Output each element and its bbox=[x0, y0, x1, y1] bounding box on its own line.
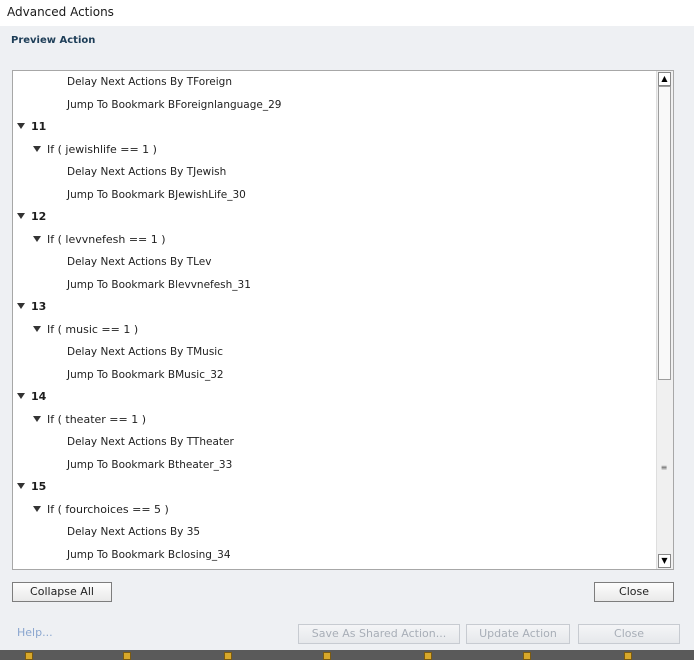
expand-triangle-icon[interactable] bbox=[17, 483, 25, 489]
tree-action: Jump To Bookmark BMusic_32 bbox=[67, 366, 224, 384]
tree-step[interactable]: 13 bbox=[17, 298, 46, 316]
scroll-up-button[interactable]: ▲ bbox=[658, 72, 671, 86]
tree-action: Jump To Bookmark BJewishLife_30 bbox=[67, 186, 246, 204]
tree-condition[interactable]: If ( levvnefesh == 1 ) bbox=[33, 231, 166, 249]
tree-row-label: If ( theater == 1 ) bbox=[47, 412, 147, 426]
preview-panel: Delay Next Actions By TForeign Jump To Bo… bbox=[12, 70, 674, 570]
expand-triangle-icon[interactable] bbox=[33, 145, 41, 152]
tree-action: Jump To Bookmark Btheater_33 bbox=[67, 456, 232, 474]
tree-action: Delay Next Actions By 35 bbox=[67, 523, 200, 541]
expand-triangle-icon[interactable] bbox=[17, 303, 25, 309]
tree-row-label: If ( jewishlife == 1 ) bbox=[47, 142, 157, 156]
expand-triangle-icon[interactable] bbox=[17, 123, 25, 129]
vertical-scrollbar[interactable]: ▲ ≡ ▼ bbox=[656, 71, 673, 569]
tree-row-label: 13 bbox=[31, 300, 47, 313]
scroll-grip-icon: ≡ bbox=[660, 463, 668, 472]
scroll-thumb[interactable] bbox=[658, 86, 671, 380]
tree-row-label: Jump To Bookmark BForeignlanguage_29 bbox=[67, 98, 282, 111]
expand-triangle-icon[interactable] bbox=[17, 213, 25, 219]
tree-row-label: Jump To Bookmark Btheater_33 bbox=[67, 458, 233, 471]
window-title: Advanced Actions bbox=[7, 5, 114, 19]
tree-action: Delay Next Actions By TMusic bbox=[67, 343, 223, 361]
tree-row-label: Delay Next Actions By TTheater bbox=[67, 436, 234, 448]
tree-step[interactable]: 14 bbox=[17, 388, 46, 406]
tree-row-label: Jump To Bookmark Bclosing_34 bbox=[67, 548, 231, 561]
tree-action: Jump To Bookmark BForeignlanguage_29 bbox=[67, 96, 281, 114]
window-titlebar: Advanced Actions bbox=[0, 0, 694, 26]
tree-row-label: Delay Next Actions By TForeign bbox=[67, 76, 232, 88]
timeline-marker bbox=[123, 652, 131, 660]
tree-row-label: Delay Next Actions By 35 bbox=[67, 526, 201, 538]
tree-action: Delay Next Actions By TLev bbox=[67, 253, 211, 271]
tree-condition[interactable]: If ( fourchoices == 5 ) bbox=[33, 501, 169, 519]
expand-triangle-icon[interactable] bbox=[33, 235, 41, 242]
tree-step[interactable]: 11 bbox=[17, 118, 46, 136]
action-tree: Delay Next Actions By TForeign Jump To Bo… bbox=[13, 71, 658, 569]
preview-section-label: Preview Action bbox=[11, 35, 96, 46]
collapse-all-button[interactable]: Collapse All bbox=[12, 582, 112, 602]
tree-step[interactable]: 15 bbox=[17, 478, 46, 496]
tree-row-label: If ( levvnefesh == 1 ) bbox=[47, 232, 166, 246]
tree-condition[interactable]: If ( jewishlife == 1 ) bbox=[33, 141, 157, 159]
tree-row-label: 14 bbox=[31, 390, 47, 403]
tree-row-label: 12 bbox=[31, 210, 47, 223]
timeline-marker bbox=[523, 652, 531, 660]
timeline-marker bbox=[323, 652, 331, 660]
expand-triangle-icon[interactable] bbox=[33, 415, 41, 422]
tree-row-label: 11 bbox=[31, 120, 47, 133]
tree-action: Jump To Bookmark Blevvnefesh_31 bbox=[67, 276, 251, 294]
expand-triangle-icon[interactable] bbox=[17, 393, 25, 399]
tree-row-label: 15 bbox=[31, 480, 47, 493]
scroll-down-button[interactable]: ▼ bbox=[658, 554, 671, 568]
expand-triangle-icon[interactable] bbox=[33, 505, 41, 512]
tree-row-label: If ( music == 1 ) bbox=[47, 322, 139, 336]
close-dialog-button[interactable]: Close bbox=[578, 624, 680, 644]
tree-action: Jump To Bookmark Bclosing_34 bbox=[67, 546, 231, 564]
close-preview-button[interactable]: Close bbox=[594, 582, 674, 602]
save-as-shared-action-button[interactable]: Save As Shared Action... bbox=[298, 624, 460, 644]
tree-row-label: Delay Next Actions By TJewish bbox=[67, 166, 227, 178]
tree-action: Delay Next Actions By TForeign bbox=[67, 73, 232, 91]
tree-action: Delay Next Actions By TTheater bbox=[67, 433, 234, 451]
timeline-marker bbox=[224, 652, 232, 660]
tree-condition[interactable]: If ( theater == 1 ) bbox=[33, 411, 146, 429]
update-action-button[interactable]: Update Action bbox=[466, 624, 570, 644]
tree-row-label: Jump To Bookmark BJewishLife_30 bbox=[67, 188, 246, 201]
help-link[interactable]: Help... bbox=[17, 626, 53, 639]
timeline-marker bbox=[624, 652, 632, 660]
tree-row-label: Delay Next Actions By TLev bbox=[67, 256, 212, 268]
timeline-strip bbox=[0, 650, 694, 660]
tree-row-label: Jump To Bookmark BMusic_32 bbox=[67, 368, 224, 381]
tree-condition[interactable]: If ( music == 1 ) bbox=[33, 321, 138, 339]
tree-row-label: If ( fourchoices == 5 ) bbox=[47, 502, 169, 516]
timeline-marker bbox=[25, 652, 33, 660]
tree-action: Delay Next Actions By TJewish bbox=[67, 163, 226, 181]
tree-step[interactable]: 12 bbox=[17, 208, 46, 226]
tree-row-label: Jump To Bookmark Blevvnefesh_31 bbox=[67, 278, 251, 291]
expand-triangle-icon[interactable] bbox=[33, 325, 41, 332]
timeline-marker bbox=[424, 652, 432, 660]
tree-row-label: Delay Next Actions By TMusic bbox=[67, 346, 223, 358]
